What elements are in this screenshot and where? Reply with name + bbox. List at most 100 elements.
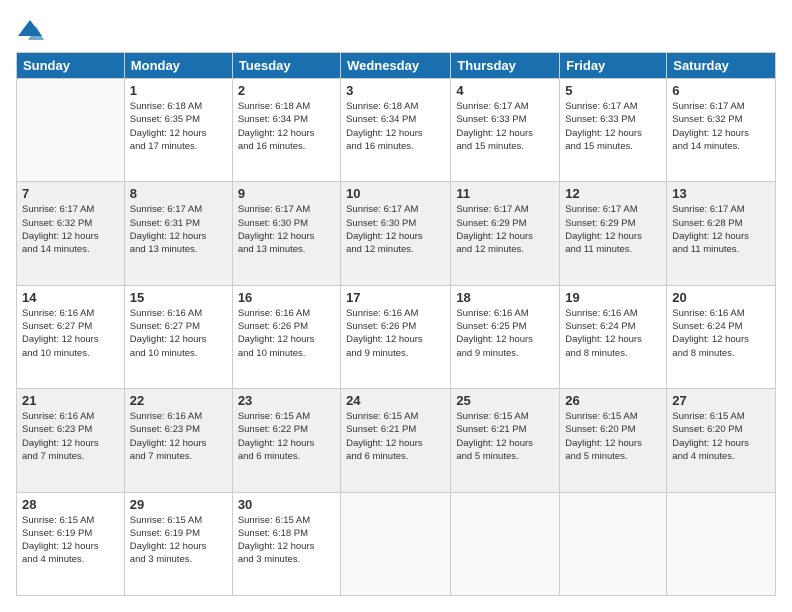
header [16,16,776,44]
calendar-cell: 4Sunrise: 6:17 AM Sunset: 6:33 PM Daylig… [451,79,560,182]
day-number: 10 [346,186,445,201]
calendar-cell: 9Sunrise: 6:17 AM Sunset: 6:30 PM Daylig… [232,182,340,285]
calendar-cell: 3 Sunrise: 6:18 AM Sunset: 6:34 PM Daylig… [341,79,451,182]
day-info: Sunrise: 6:15 AM Sunset: 6:21 PM Dayligh… [456,410,554,463]
calendar-cell: 24 Sunrise: 6:15 AM Sunset: 6:21 PM Dayli… [341,389,451,492]
day-number: 27 [672,393,770,408]
week-row-5: 28 Sunrise: 6:15 AM Sunset: 6:19 PM Dayli… [17,492,776,595]
day-info: Sunrise: 6:17 AM Sunset: 6:33 PM Dayligh… [565,100,661,153]
day-info: Sunrise: 6:17 AM Sunset: 6:32 PM Dayligh… [22,203,119,256]
calendar-cell: 12 Sunrise: 6:17 AM Sunset: 6:29 PM Dayli… [560,182,667,285]
calendar-cell: 18 Sunrise: 6:16 AM Sunset: 6:25 PM Dayli… [451,285,560,388]
day-info: Sunrise: 6:16 AM Sunset: 6:26 PM Dayligh… [346,307,445,360]
day-info: Sunrise: 6:18 AM Sunset: 6:34 PM Dayligh… [238,100,335,153]
day-info: Sunrise: 6:18 AM Sunset: 6:34 PM Dayligh… [346,100,445,153]
day-number: 11 [456,186,554,201]
day-info: Sunrise: 6:17 AM Sunset: 6:30 PM Dayligh… [238,203,335,256]
calendar-page: SundayMondayTuesdayWednesdayThursdayFrid… [0,0,792,612]
calendar-cell [560,492,667,595]
calendar-cell: 20 Sunrise: 6:16 AM Sunset: 6:24 PM Dayli… [667,285,776,388]
weekday-header-tuesday: Tuesday [232,53,340,79]
day-info: Sunrise: 6:15 AM Sunset: 6:21 PM Dayligh… [346,410,445,463]
calendar-cell: 23 Sunrise: 6:15 AM Sunset: 6:22 PM Dayli… [232,389,340,492]
day-number: 16 [238,290,335,305]
calendar-cell: 13 Sunrise: 6:17 AM Sunset: 6:28 PM Dayli… [667,182,776,285]
day-info: Sunrise: 6:15 AM Sunset: 6:19 PM Dayligh… [130,514,227,567]
calendar-cell [667,492,776,595]
day-info: Sunrise: 6:16 AM Sunset: 6:24 PM Dayligh… [672,307,770,360]
day-number: 20 [672,290,770,305]
day-number: 6 [672,83,770,98]
weekday-header-wednesday: Wednesday [341,53,451,79]
day-number: 22 [130,393,227,408]
calendar-table: SundayMondayTuesdayWednesdayThursdayFrid… [16,52,776,596]
day-info: Sunrise: 6:17 AM Sunset: 6:32 PM Dayligh… [672,100,770,153]
day-info: Sunrise: 6:15 AM Sunset: 6:20 PM Dayligh… [565,410,661,463]
day-info: Sunrise: 6:15 AM Sunset: 6:19 PM Dayligh… [22,514,119,567]
day-info: Sunrise: 6:17 AM Sunset: 6:29 PM Dayligh… [565,203,661,256]
calendar-cell: 28 Sunrise: 6:15 AM Sunset: 6:19 PM Dayli… [17,492,125,595]
day-info: Sunrise: 6:16 AM Sunset: 6:27 PM Dayligh… [22,307,119,360]
day-number: 7 [22,186,119,201]
week-row-4: 21 Sunrise: 6:16 AM Sunset: 6:23 PM Dayli… [17,389,776,492]
day-number: 19 [565,290,661,305]
calendar-cell: 27 Sunrise: 6:15 AM Sunset: 6:20 PM Dayli… [667,389,776,492]
day-info: Sunrise: 6:16 AM Sunset: 6:23 PM Dayligh… [130,410,227,463]
week-row-1: 1 Sunrise: 6:18 AM Sunset: 6:35 PM Daylig… [17,79,776,182]
day-info: Sunrise: 6:16 AM Sunset: 6:27 PM Dayligh… [130,307,227,360]
day-number: 2 [238,83,335,98]
day-info: Sunrise: 6:17 AM Sunset: 6:30 PM Dayligh… [346,203,445,256]
day-number: 23 [238,393,335,408]
calendar-cell [341,492,451,595]
day-number: 30 [238,497,335,512]
logo-icon [16,16,44,44]
calendar-cell: 1 Sunrise: 6:18 AM Sunset: 6:35 PM Daylig… [124,79,232,182]
weekday-header-row: SundayMondayTuesdayWednesdayThursdayFrid… [17,53,776,79]
day-info: Sunrise: 6:17 AM Sunset: 6:28 PM Dayligh… [672,203,770,256]
day-info: Sunrise: 6:16 AM Sunset: 6:26 PM Dayligh… [238,307,335,360]
calendar-cell: 16 Sunrise: 6:16 AM Sunset: 6:26 PM Dayli… [232,285,340,388]
calendar-cell: 29 Sunrise: 6:15 AM Sunset: 6:19 PM Dayli… [124,492,232,595]
day-number: 17 [346,290,445,305]
day-info: Sunrise: 6:15 AM Sunset: 6:22 PM Dayligh… [238,410,335,463]
week-row-2: 7 Sunrise: 6:17 AM Sunset: 6:32 PM Daylig… [17,182,776,285]
day-number: 8 [130,186,227,201]
day-number: 5 [565,83,661,98]
day-info: Sunrise: 6:18 AM Sunset: 6:35 PM Dayligh… [130,100,227,153]
day-number: 3 [346,83,445,98]
week-row-3: 14 Sunrise: 6:16 AM Sunset: 6:27 PM Dayli… [17,285,776,388]
day-number: 26 [565,393,661,408]
day-number: 25 [456,393,554,408]
day-number: 24 [346,393,445,408]
weekday-header-sunday: Sunday [17,53,125,79]
calendar-cell: 26 Sunrise: 6:15 AM Sunset: 6:20 PM Dayli… [560,389,667,492]
calendar-cell: 7 Sunrise: 6:17 AM Sunset: 6:32 PM Daylig… [17,182,125,285]
day-number: 14 [22,290,119,305]
calendar-cell: 21 Sunrise: 6:16 AM Sunset: 6:23 PM Dayli… [17,389,125,492]
calendar-cell: 10 Sunrise: 6:17 AM Sunset: 6:30 PM Dayli… [341,182,451,285]
day-number: 15 [130,290,227,305]
calendar-cell: 25 Sunrise: 6:15 AM Sunset: 6:21 PM Dayli… [451,389,560,492]
day-info: Sunrise: 6:17 AM Sunset: 6:31 PM Dayligh… [130,203,227,256]
calendar-cell [451,492,560,595]
calendar-cell: 11 Sunrise: 6:17 AM Sunset: 6:29 PM Dayli… [451,182,560,285]
day-number: 1 [130,83,227,98]
day-number: 21 [22,393,119,408]
day-number: 13 [672,186,770,201]
day-info: Sunrise: 6:15 AM Sunset: 6:18 PM Dayligh… [238,514,335,567]
calendar-cell: 14 Sunrise: 6:16 AM Sunset: 6:27 PM Dayli… [17,285,125,388]
day-number: 18 [456,290,554,305]
day-number: 12 [565,186,661,201]
day-info: Sunrise: 6:16 AM Sunset: 6:23 PM Dayligh… [22,410,119,463]
day-number: 4 [456,83,554,98]
weekday-header-saturday: Saturday [667,53,776,79]
calendar-cell: 2 Sunrise: 6:18 AM Sunset: 6:34 PM Daylig… [232,79,340,182]
day-info: Sunrise: 6:17 AM Sunset: 6:29 PM Dayligh… [456,203,554,256]
calendar-cell: 8 Sunrise: 6:17 AM Sunset: 6:31 PM Daylig… [124,182,232,285]
calendar-cell: 19 Sunrise: 6:16 AM Sunset: 6:24 PM Dayli… [560,285,667,388]
day-number: 29 [130,497,227,512]
day-info: Sunrise: 6:15 AM Sunset: 6:20 PM Dayligh… [672,410,770,463]
day-info: Sunrise: 6:16 AM Sunset: 6:24 PM Dayligh… [565,307,661,360]
day-number: 28 [22,497,119,512]
day-info: Sunrise: 6:16 AM Sunset: 6:25 PM Dayligh… [456,307,554,360]
